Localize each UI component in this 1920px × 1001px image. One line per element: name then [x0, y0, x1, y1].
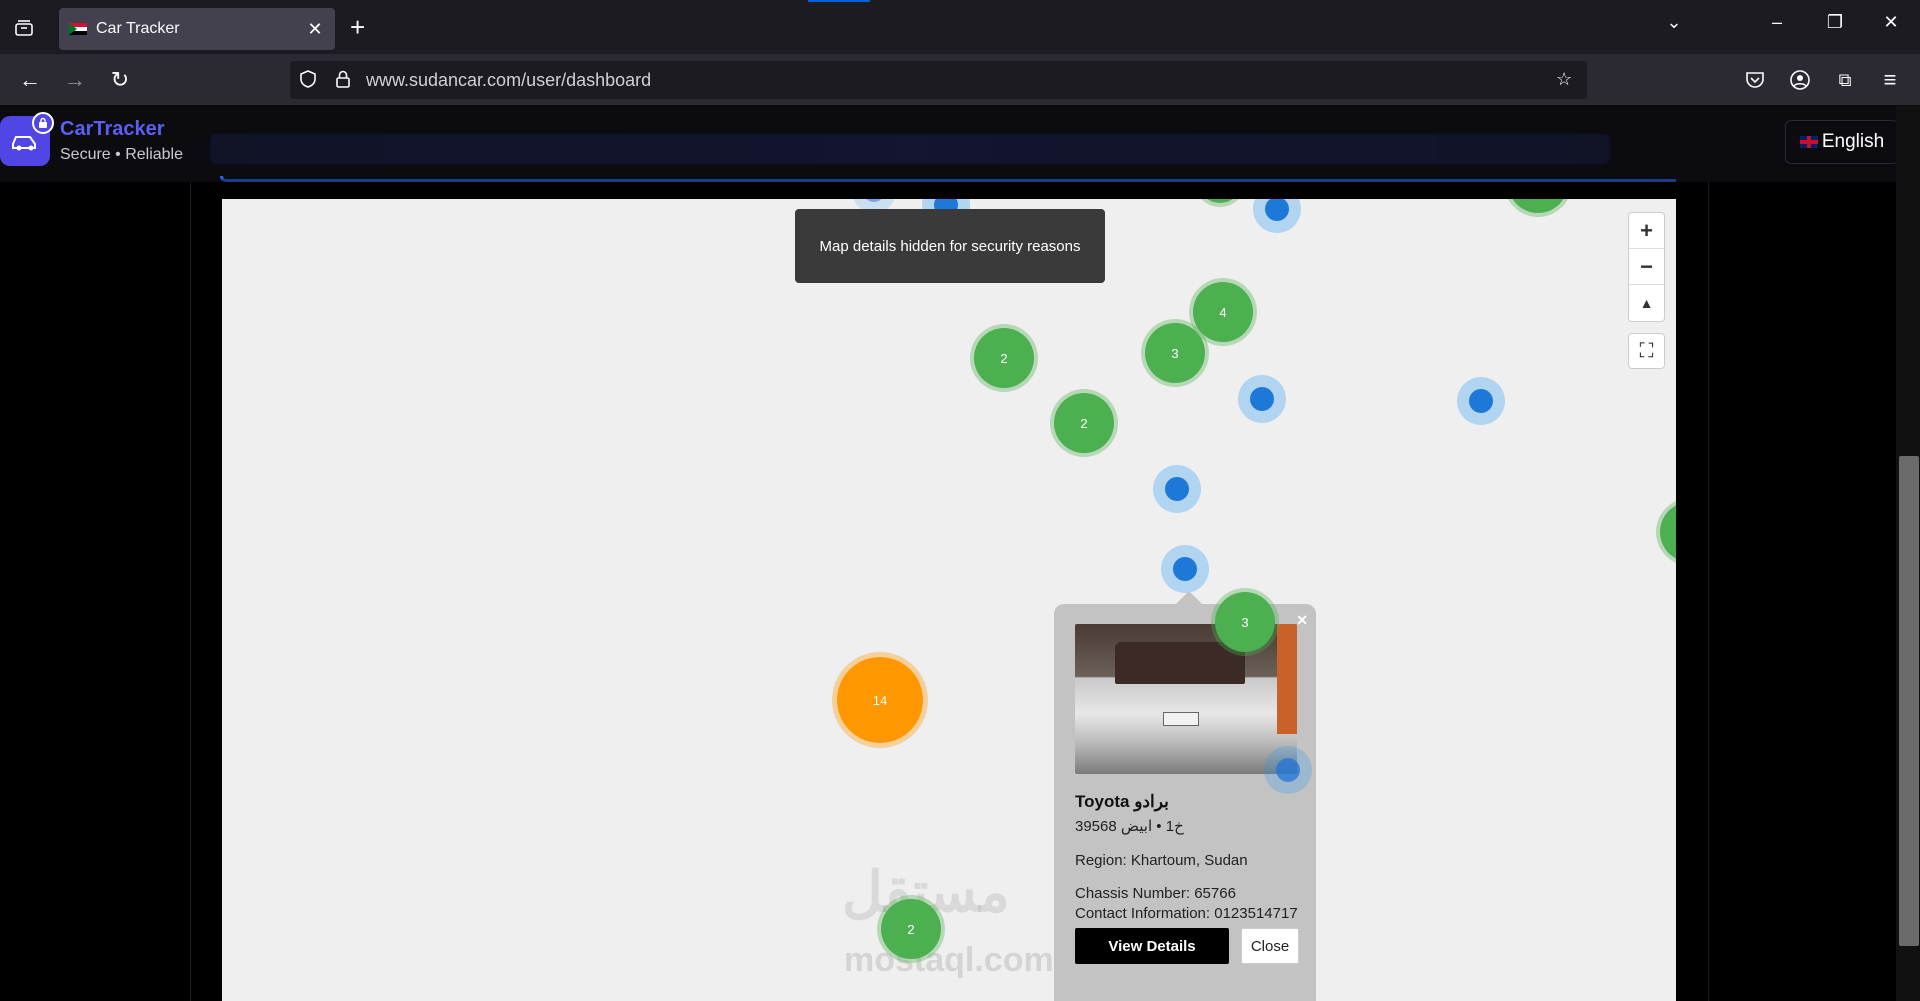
vehicle-marker[interactable]	[1238, 375, 1286, 423]
cluster-marker[interactable]: 2	[974, 328, 1034, 388]
zoom-in-button[interactable]: +	[1629, 213, 1664, 249]
watermark-latin: mostaql.com	[844, 941, 1054, 979]
tab-overflow-chevron-icon[interactable]: ⌄	[1659, 12, 1689, 33]
vehicle-title: Toyota برادو	[1075, 792, 1169, 811]
browser-tab-bar: Car Tracker ✕ + ⌄ – ❐ ✕	[0, 0, 1920, 54]
bookmark-star-icon[interactable]: ☆	[1556, 69, 1572, 90]
lock-icon[interactable]	[334, 69, 352, 94]
cluster-marker[interactable]	[1198, 199, 1242, 203]
pocket-icon[interactable]	[1741, 66, 1769, 94]
tab-list-icon[interactable]	[10, 14, 38, 42]
new-tab-icon[interactable]: +	[350, 14, 365, 40]
vehicle-contact: Contact Information: 0123514717	[1075, 905, 1298, 922]
fullscreen-icon[interactable]: ⛶	[1628, 333, 1665, 369]
right-column-divider	[1708, 106, 1709, 1001]
minimize-icon[interactable]: –	[1762, 12, 1792, 33]
scrollbar-thumb[interactable]	[1899, 456, 1919, 946]
extensions-icon[interactable]: ⧉	[1831, 66, 1859, 94]
vehicle-chassis: Chassis Number: 65766	[1075, 885, 1236, 902]
cluster-marker[interactable]: 2	[881, 899, 941, 959]
site-header: CarTracker Secure • Reliable English	[0, 106, 1920, 182]
shield-icon[interactable]	[298, 69, 318, 94]
lock-badge-icon	[32, 112, 54, 134]
vehicle-photo	[1075, 624, 1297, 774]
cluster-marker[interactable]: 2	[1054, 393, 1114, 453]
sudan-flag-icon	[69, 22, 87, 36]
vehicle-marker[interactable]	[1253, 199, 1301, 233]
tab-close-icon[interactable]: ✕	[305, 19, 325, 40]
card-top-edge	[220, 176, 1676, 182]
vehicle-plate-color: 39568 خ1 • ابيض	[1075, 818, 1184, 835]
blurred-hidden-bar	[210, 134, 1610, 164]
compass-reset-button[interactable]: ▲	[1629, 285, 1664, 321]
reload-icon[interactable]: ↻	[106, 66, 134, 94]
browser-tab[interactable]: Car Tracker ✕	[59, 8, 335, 50]
account-icon[interactable]	[1786, 66, 1814, 94]
brand-name[interactable]: CarTracker	[60, 118, 165, 141]
language-switcher[interactable]: English	[1785, 120, 1899, 164]
vehicle-marker[interactable]	[1153, 465, 1201, 513]
url-text: www.sudancar.com/user/dashboard	[366, 69, 652, 90]
browser-nav-bar: ← → ↻ www.sudancar.com/user/dashboard ☆ …	[0, 54, 1920, 106]
cluster-marker[interactable]	[1508, 199, 1568, 213]
cluster-marker-large[interactable]: 14	[837, 657, 923, 743]
vehicle-marker[interactable]	[1161, 545, 1209, 593]
cluster-marker[interactable]: 4	[1193, 282, 1253, 342]
cluster-marker[interactable]: 3	[1145, 323, 1205, 383]
vehicle-region: Region: Khartoum, Sudan	[1075, 852, 1248, 869]
view-details-button[interactable]: View Details	[1075, 928, 1229, 964]
back-icon[interactable]: ←	[16, 66, 44, 94]
vehicle-marker[interactable]	[1264, 746, 1312, 794]
popup-close-icon[interactable]: ✕	[1296, 612, 1308, 629]
cluster-marker[interactable]: 3	[1215, 592, 1275, 652]
restore-icon[interactable]: ❐	[1820, 12, 1850, 33]
popup-arrow	[1176, 591, 1202, 604]
vehicle-map[interactable]: Map details hidden for security reasons …	[222, 199, 1676, 1001]
tab-title: Car Tracker	[96, 20, 180, 37]
zoom-out-button[interactable]: −	[1629, 249, 1664, 285]
menu-icon[interactable]: ≡	[1876, 66, 1904, 94]
zoom-control: + − ▲	[1628, 212, 1665, 322]
tab-accent-line	[808, 0, 870, 2]
close-button[interactable]: Close	[1241, 928, 1299, 964]
uk-flag-icon	[1799, 136, 1818, 148]
page-content: CarTracker Secure • Reliable English Map…	[0, 106, 1920, 1001]
language-label: English	[1821, 131, 1885, 152]
url-bar[interactable]: www.sudancar.com/user/dashboard ☆	[290, 61, 1587, 99]
vehicle-popup: ✕ Toyota برادو 39568 خ1 • ابيض Region: K…	[1054, 604, 1316, 1001]
left-column-divider	[190, 106, 191, 1001]
brand-tagline: Secure • Reliable	[60, 146, 183, 163]
close-window-icon[interactable]: ✕	[1876, 12, 1906, 33]
security-notice: Map details hidden for security reasons	[795, 209, 1105, 283]
forward-icon[interactable]: →	[61, 66, 89, 94]
cluster-marker[interactable]	[1660, 502, 1676, 562]
vehicle-marker[interactable]	[1457, 377, 1505, 425]
